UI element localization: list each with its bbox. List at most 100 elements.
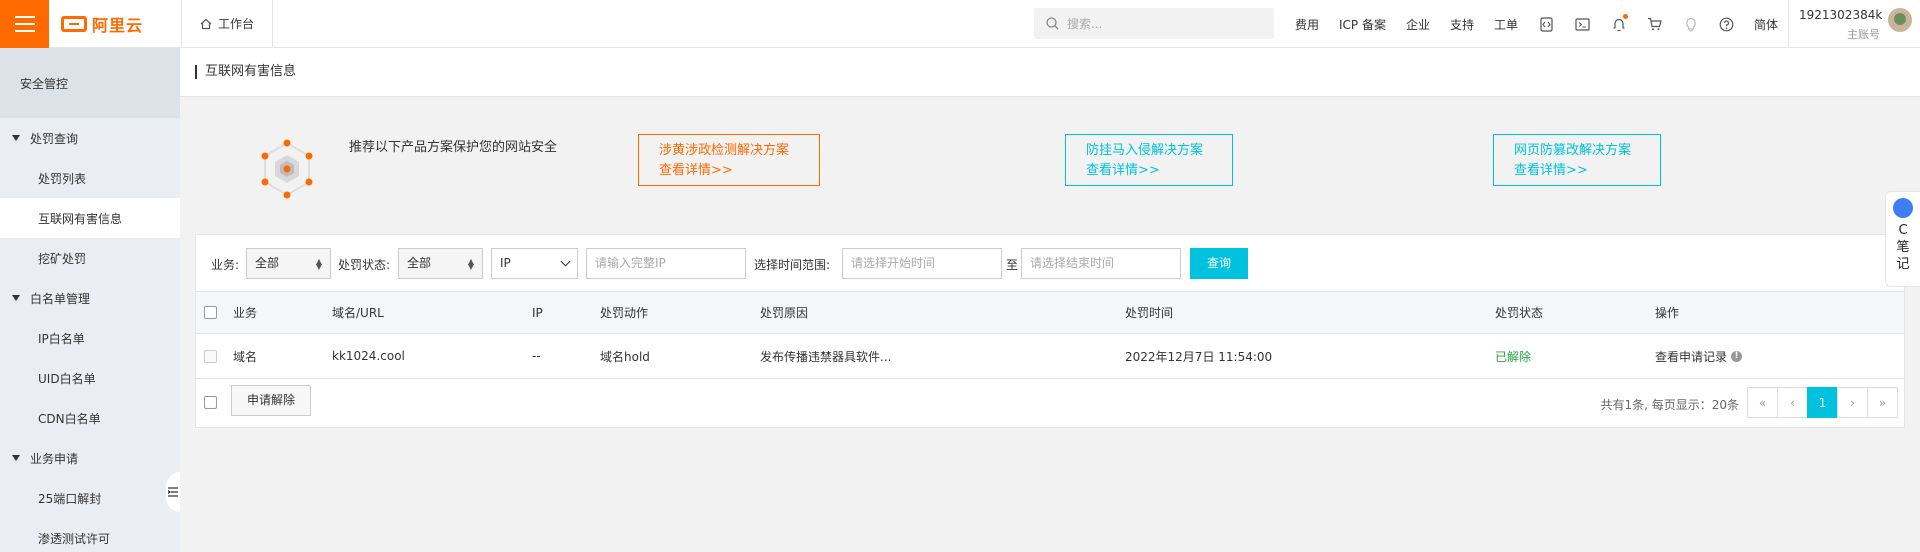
sidebar-item-pentest-permit[interactable]: 渗透测试许可	[0, 518, 180, 552]
cart-icon[interactable]	[1646, 16, 1663, 33]
help-icon[interactable]	[1718, 16, 1735, 33]
sidebar-group-label: 白名单管理	[30, 291, 91, 306]
view-application-records-link[interactable]: 查看申请记录	[1655, 348, 1727, 365]
table-row: 域名 kk1024.cool -- 域名hold 发布传播违禁器具软件... 2…	[196, 333, 1904, 379]
sidebar-header: 安全管控	[0, 48, 180, 118]
link-enterprise[interactable]: 企业	[1406, 16, 1430, 33]
bell-icon[interactable]	[1610, 13, 1629, 33]
column-header: 业务	[233, 306, 258, 320]
search-icon	[1046, 17, 1059, 30]
account-menu[interactable]: 1921302384k 主账号	[1788, 0, 1920, 48]
cell-domain: kk1024.cool	[332, 349, 405, 363]
account-role: 主账号	[1847, 28, 1880, 41]
start-time-input[interactable]: 请选择开始时间	[842, 248, 1002, 279]
end-time-input[interactable]: 请选择结束时间	[1021, 248, 1181, 279]
page-button[interactable]: 1	[1807, 387, 1838, 418]
aliyun-logo[interactable]: 阿里云	[61, 12, 171, 36]
promo-title: 防挂马入侵解决方案	[1086, 143, 1204, 158]
search-input[interactable]: 搜索...	[1034, 8, 1274, 39]
sidebar-group-label: 业务申请	[30, 451, 79, 466]
promo-link[interactable]: 查看详情>>	[1514, 161, 1640, 181]
collapse-icon	[168, 487, 178, 497]
column-header: 处罚时间	[1125, 306, 1174, 320]
sidebar-collapse-button[interactable]	[166, 472, 180, 512]
query-button[interactable]: 查询	[1190, 248, 1248, 279]
first-page-button[interactable]: «	[1747, 387, 1778, 418]
top-links: 费用 ICP 备案 企业 支持 工单 简体	[1295, 0, 1798, 48]
terminal-icon[interactable]	[1574, 16, 1591, 33]
cell-business: 域名	[233, 349, 258, 364]
ip-input[interactable]: 请输入完整IP	[586, 248, 746, 279]
link-billing[interactable]: 费用	[1295, 16, 1319, 33]
sidebar-item-port25-unblock[interactable]: 25端口解封	[0, 478, 180, 518]
workbench-label: 工作台	[218, 17, 255, 31]
business-select-value: 全部	[255, 256, 280, 270]
column-header: 域名/URL	[332, 306, 384, 320]
select-all-checkbox[interactable]	[204, 306, 217, 319]
link-ticket[interactable]: 工单	[1494, 16, 1518, 33]
pagination: « ‹ 1 › »	[1747, 387, 1898, 418]
language-switch[interactable]: 简体	[1754, 16, 1778, 33]
status-filter-label: 处罚状态:	[338, 258, 391, 272]
promo-link[interactable]: 查看详情>>	[1086, 161, 1212, 181]
filter-bar: 业务: 全部 ▲ ▼ 处罚状态: 全部 ▲ ▼ IP 请输入完整IP 选择时间范围:…	[196, 235, 1904, 291]
cell-ip: --	[532, 349, 541, 363]
lightbulb-icon[interactable]	[1682, 16, 1699, 33]
sidebar-item-uid-whitelist[interactable]: UID白名单	[0, 358, 180, 398]
prev-page-button[interactable]: ‹	[1777, 387, 1808, 418]
business-select[interactable]: 全部 ▲ ▼	[246, 248, 331, 279]
promo-section: 推荐以下产品方案保护您的网站安全 涉黄涉政检测解决方案 查看详情>> 防挂马入侵…	[195, 112, 1905, 222]
sidebar-item-cdn-whitelist[interactable]: CDN白名单	[0, 398, 180, 438]
to-label: 至	[1006, 258, 1019, 272]
promo-title: 涉黄涉政检测解决方案	[659, 143, 790, 158]
page-title-bar: 互联网有害信息	[180, 48, 1920, 97]
type-select[interactable]: IP	[491, 248, 578, 279]
column-header: 处罚原因	[760, 306, 809, 320]
updown-icon: ▲ ▼	[467, 257, 474, 271]
pagination-info: 共有1条, 每页显示：20条	[1600, 398, 1739, 412]
promo-porn-politics-detection[interactable]: 涉黄涉政检测解决方案 查看详情>>	[638, 134, 820, 186]
top-navbar: 阿里云 工作台 搜索... 费用 ICP 备案 企业 支持 工单 简体 1921…	[0, 0, 1920, 48]
cell-action: 域名hold	[600, 349, 650, 364]
page-title: 互联网有害信息	[195, 65, 296, 79]
column-header: 处罚状态	[1495, 306, 1544, 320]
apply-release-button[interactable]: 申请解除	[231, 385, 312, 416]
business-filter-label: 业务:	[211, 258, 240, 272]
aliyun-logo-icon	[61, 15, 87, 32]
caret-down-icon	[12, 455, 20, 461]
cell-time: 2022年12月7日 11:54:00	[1125, 349, 1273, 364]
promo-anti-tamper[interactable]: 网页防篡改解决方案 查看详情>>	[1493, 134, 1661, 186]
avatar[interactable]	[1888, 8, 1912, 32]
sidebar-group-label: 处罚查询	[30, 131, 79, 146]
results-panel: 业务: 全部 ▲ ▼ 处罚状态: 全部 ▲ ▼ IP 请输入完整IP 选择时间范围:…	[195, 234, 1905, 428]
last-page-button[interactable]: »	[1867, 387, 1898, 418]
column-header: 操作	[1655, 306, 1680, 320]
sidebar-group-penalty-query[interactable]: 处罚查询	[0, 118, 180, 158]
column-header: IP	[532, 305, 543, 320]
sidebar-item-mining-penalty[interactable]: 挖矿处罚	[0, 238, 180, 278]
home-icon	[200, 18, 212, 29]
caret-down-icon	[12, 295, 20, 301]
link-support[interactable]: 支持	[1450, 16, 1474, 33]
next-page-button[interactable]: ›	[1837, 387, 1868, 418]
link-icp[interactable]: ICP 备案	[1339, 16, 1386, 33]
chevron-down-icon	[560, 256, 571, 267]
sidebar-group-business-apply[interactable]: 业务申请	[0, 438, 180, 478]
code-icon[interactable]	[1538, 16, 1555, 33]
promo-anti-trojan[interactable]: 防挂马入侵解决方案 查看详情>>	[1065, 134, 1233, 186]
promo-text: 推荐以下产品方案保护您的网站安全	[349, 140, 558, 155]
menu-button[interactable]	[0, 0, 49, 48]
sidebar-item-harmful-info[interactable]: 互联网有害信息	[0, 198, 180, 238]
updown-icon: ▲ ▼	[315, 257, 322, 271]
workbench-link[interactable]: 工作台	[181, 0, 274, 48]
sidebar-item-ip-whitelist[interactable]: IP白名单	[0, 318, 180, 358]
sidebar-group-whitelist[interactable]: 白名单管理	[0, 278, 180, 318]
security-shield-icon	[261, 139, 313, 199]
status-select[interactable]: 全部 ▲ ▼	[398, 248, 483, 279]
footer-select-all-checkbox[interactable]	[204, 396, 217, 409]
promo-link[interactable]: 查看详情>>	[659, 161, 799, 181]
floating-note-widget[interactable]: C笔记	[1885, 191, 1920, 287]
table-footer: 申请解除 共有1条, 每页显示：20条 « ‹ 1 › »	[196, 379, 1904, 427]
info-icon[interactable]: !	[1731, 350, 1743, 362]
sidebar-item-penalty-list[interactable]: 处罚列表	[0, 158, 180, 198]
